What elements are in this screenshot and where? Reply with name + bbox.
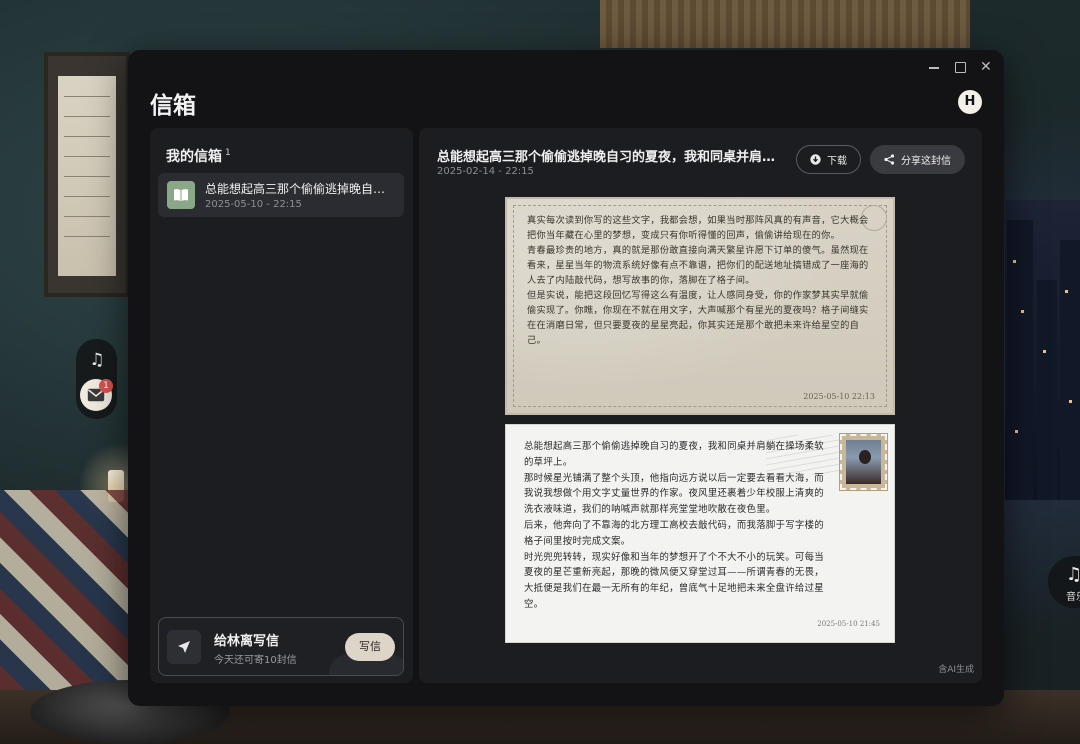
music-note-icon: ♫ [1066, 564, 1080, 585]
letter-item-date: 2025-05-10 - 22:15 [205, 199, 302, 210]
minimize-button[interactable] [928, 60, 940, 74]
postage-stamp [839, 433, 888, 491]
share-button[interactable]: 分享这封信 [870, 145, 965, 174]
background-curtain [600, 0, 970, 48]
reply-letter-signature-date: 2025-05-10 21:45 [817, 620, 880, 628]
write-letter-button[interactable]: 写信 [345, 633, 395, 661]
letter-detail-title: 总能想起高三那个偷偷逃掉晚自习的夏夜，我和同桌并肩躺在操场柔软的草坪上。 [437, 150, 782, 165]
mailbox-count: 1 [225, 148, 231, 159]
compose-title: 给林离写信 [214, 634, 280, 649]
mailbox-heading-label: 我的信箱 [166, 149, 222, 165]
compose-subtitle: 今天还可寄10封信 [214, 655, 297, 666]
share-label: 分享这封信 [901, 155, 951, 167]
reply-letter-image: 总能想起高三那个偷偷逃掉晚自习的夏夜，我和同桌并肩躺在操场柔软的草坪上。 那时候… [505, 424, 895, 643]
mailbox-heading: 我的信箱 1 [166, 146, 231, 166]
letter-item-title: 总能想起高三那个偷偷逃掉晚自习的夏夜，我和同桌并肩躺在操场柔软的草坪上。 [205, 182, 395, 196]
send-icon [178, 641, 190, 653]
mailbox-window: ✕ 信箱 H 我的信箱1 总能想起高三那个偷偷逃掉晚自习的夏夜，我和同桌并肩躺在… [128, 50, 1004, 706]
maximize-button[interactable] [954, 60, 966, 74]
compose-icon-box [167, 630, 201, 664]
original-letter-text: 真实每次读到你写的这些文字，我都会想，如果当时那阵风真的有声音，它大概会把你当年… [527, 215, 869, 346]
download-button[interactable]: 下载 [796, 145, 861, 174]
letter-detail-date: 2025-02-14 - 22:15 [437, 166, 534, 177]
background-quilt [0, 490, 130, 690]
window-controls: ✕ [928, 60, 992, 74]
page-title: 信箱 [150, 93, 196, 119]
side-dock: ♫ 1 [76, 339, 117, 419]
music-label: 音乐 [1066, 592, 1080, 603]
original-letter-signature-date: 2025-05-10 22:13 [803, 392, 875, 401]
background-sheet-music-frame [44, 52, 130, 297]
original-letter-image: 真实每次读到你写的这些文字，我都会想，如果当时那阵风真的有声音，它大概会把你当年… [505, 197, 895, 415]
download-icon [810, 153, 821, 168]
music-note-icon[interactable]: ♫ [88, 351, 106, 369]
list-item[interactable]: 总能想起高三那个偷偷逃掉晚自习的夏夜，我和同桌并肩躺在操场柔软的草坪上。 202… [158, 173, 404, 217]
letter-thumbnail [167, 181, 195, 209]
ai-generated-note: 含AI生成 [938, 665, 974, 675]
close-button[interactable]: ✕ [980, 60, 992, 74]
avatar[interactable]: H [958, 90, 982, 114]
background-city-window [1005, 200, 1080, 500]
unread-badge: 1 [99, 379, 113, 393]
download-label: 下载 [827, 155, 847, 167]
share-icon [884, 153, 895, 168]
mailbox-list-panel: 我的信箱1 总能想起高三那个偷偷逃掉晚自习的夏夜，我和同桌并肩躺在操场柔软的草坪… [150, 128, 413, 683]
reply-letter-text: 总能想起高三那个偷偷逃掉晚自习的夏夜，我和同桌并肩躺在操场柔软的草坪上。 那时候… [524, 441, 824, 610]
compose-card: 给林离写信 今天还可寄10封信 写信 [158, 617, 404, 676]
book-icon [174, 189, 188, 201]
letter-detail-panel: 总能想起高三那个偷偷逃掉晚自习的夏夜，我和同桌并肩躺在操场柔软的草坪上。 202… [419, 128, 982, 683]
